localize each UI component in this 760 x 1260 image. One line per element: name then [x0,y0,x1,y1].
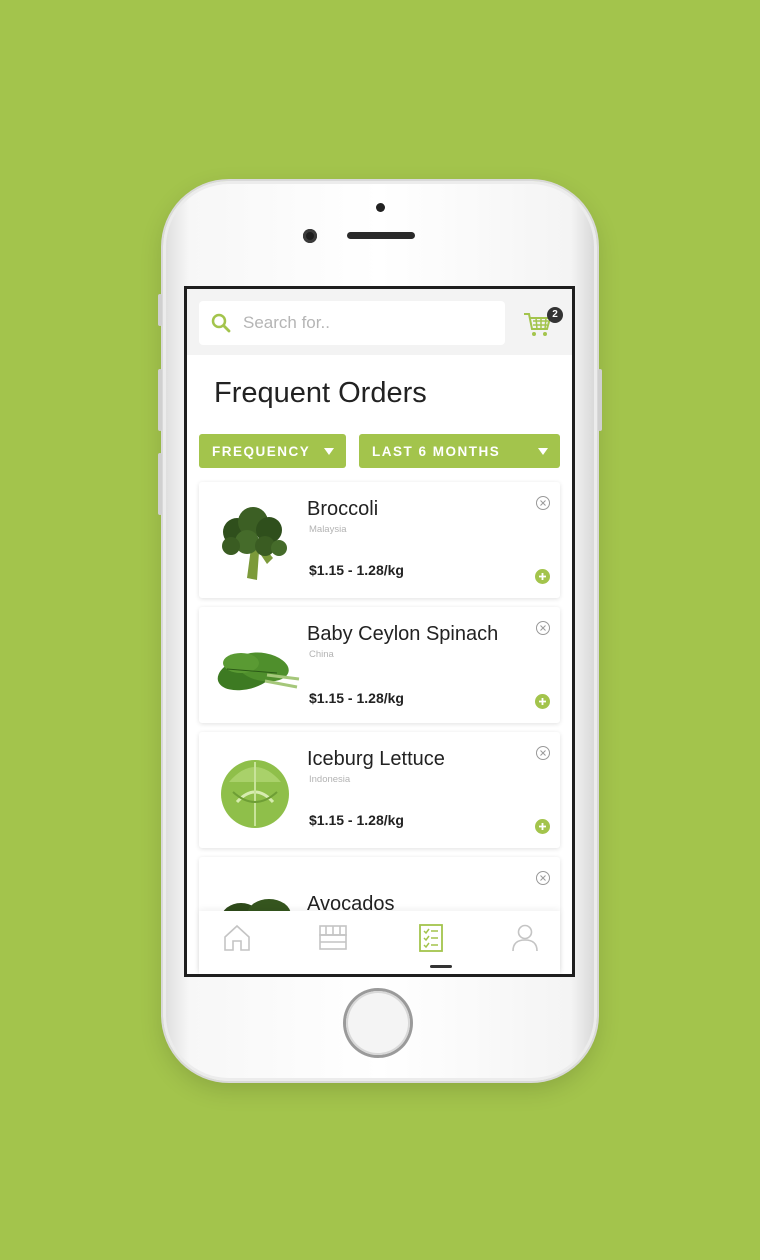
volume-up-button [158,369,162,431]
mute-switch [158,294,162,326]
lettuce-image [221,760,289,828]
cart-badge: 2 [547,307,563,323]
product-price: $1.15 - 1.28/kg [309,812,404,828]
product-name: Broccoli [307,498,379,520]
page-title: Frequent Orders [214,377,427,409]
app-screen: 2 Frequent Orders FREQUENCY LAST 6 MONTH… [187,289,572,974]
product-origin: Malaysia [309,524,347,535]
remove-icon[interactable] [535,620,551,636]
active-tab-indicator [430,965,452,968]
home-button[interactable] [346,991,410,1055]
product-card[interactable]: Iceburg Lettuce Indonesia $1.15 - 1.28/k… [199,732,560,848]
top-bar: 2 [187,289,572,355]
product-name: Baby Ceylon Spinach [307,623,499,645]
remove-icon[interactable] [535,870,551,886]
volume-down-button [158,453,162,515]
product-name: Iceburg Lettuce [307,748,445,770]
bottom-nav [199,911,560,974]
product-card[interactable]: Broccoli Malaysia $1.15 - 1.28/kg [199,482,560,598]
period-filter[interactable]: LAST 6 MONTHS [359,434,560,468]
frequency-filter-label: FREQUENCY [212,443,311,459]
product-price: $1.15 - 1.28/kg [309,690,404,706]
caret-down-icon [538,448,548,455]
earpiece-speaker [347,232,415,239]
period-filter-label: LAST 6 MONTHS [372,443,501,459]
add-icon[interactable] [535,819,550,834]
product-card[interactable]: Baby Ceylon Spinach China $1.15 - 1.28/k… [199,607,560,723]
search-input[interactable] [241,312,495,334]
power-button [598,369,602,431]
home-icon[interactable] [222,923,252,953]
broccoli-image [222,507,287,580]
remove-icon[interactable] [535,745,551,761]
product-price: $1.15 - 1.28/kg [309,562,404,578]
search-icon [211,313,231,333]
user-icon[interactable] [510,923,540,953]
checklist-icon[interactable] [416,923,446,953]
add-icon[interactable] [535,694,550,709]
product-origin: China [309,649,334,660]
add-icon[interactable] [535,569,550,584]
caret-down-icon [324,448,334,455]
front-camera [303,229,317,243]
spinach-image [217,652,300,691]
product-origin: Indonesia [309,774,351,785]
search-bar[interactable] [199,301,505,345]
remove-icon[interactable] [535,495,551,511]
frequency-filter[interactable]: FREQUENCY [199,434,346,468]
store-icon[interactable] [318,923,348,953]
phone-screen: 2 Frequent Orders FREQUENCY LAST 6 MONTH… [184,286,575,977]
proximity-sensor [376,203,385,212]
